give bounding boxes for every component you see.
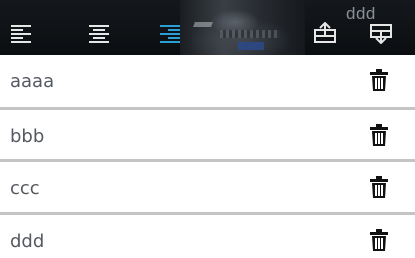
delete-button[interactable]: [368, 68, 390, 92]
trash-icon: [370, 176, 388, 198]
align-center-button[interactable]: [88, 24, 112, 44]
align-right-button[interactable]: [159, 24, 183, 44]
list-item[interactable]: ddd: [0, 215, 415, 258]
delete-button[interactable]: [368, 123, 390, 147]
upload-tray-icon: [314, 22, 336, 43]
align-right-icon: [160, 25, 180, 43]
trash-icon: [370, 124, 388, 146]
align-left-icon: [11, 25, 31, 43]
list-item-label: ccc: [10, 178, 40, 199]
background-photo: [180, 0, 305, 55]
list-item[interactable]: ccc: [0, 162, 415, 214]
photo-headlight: [193, 22, 213, 27]
toolbar: ddd: [0, 0, 415, 55]
list-item[interactable]: bbb: [0, 110, 415, 162]
trash-icon: [370, 69, 388, 91]
delete-button[interactable]: [368, 228, 390, 252]
photo-grille: [220, 30, 280, 38]
align-left-button[interactable]: [10, 24, 34, 44]
list-item[interactable]: aaaa: [0, 55, 415, 107]
delete-button[interactable]: [368, 175, 390, 199]
move-up-button[interactable]: [313, 22, 337, 43]
download-tray-icon: [370, 24, 392, 44]
list-item-label: ddd: [10, 231, 45, 252]
move-down-button[interactable]: [369, 22, 393, 44]
list-item-label: aaaa: [10, 71, 55, 92]
align-center-icon: [89, 25, 109, 43]
trash-icon: [370, 229, 388, 251]
overlay-label: ddd: [346, 4, 376, 23]
photo-plate: [238, 42, 264, 50]
list-item-label: bbb: [10, 126, 45, 147]
app-window: ddd aaaa bbb ccc ddd: [0, 0, 415, 258]
